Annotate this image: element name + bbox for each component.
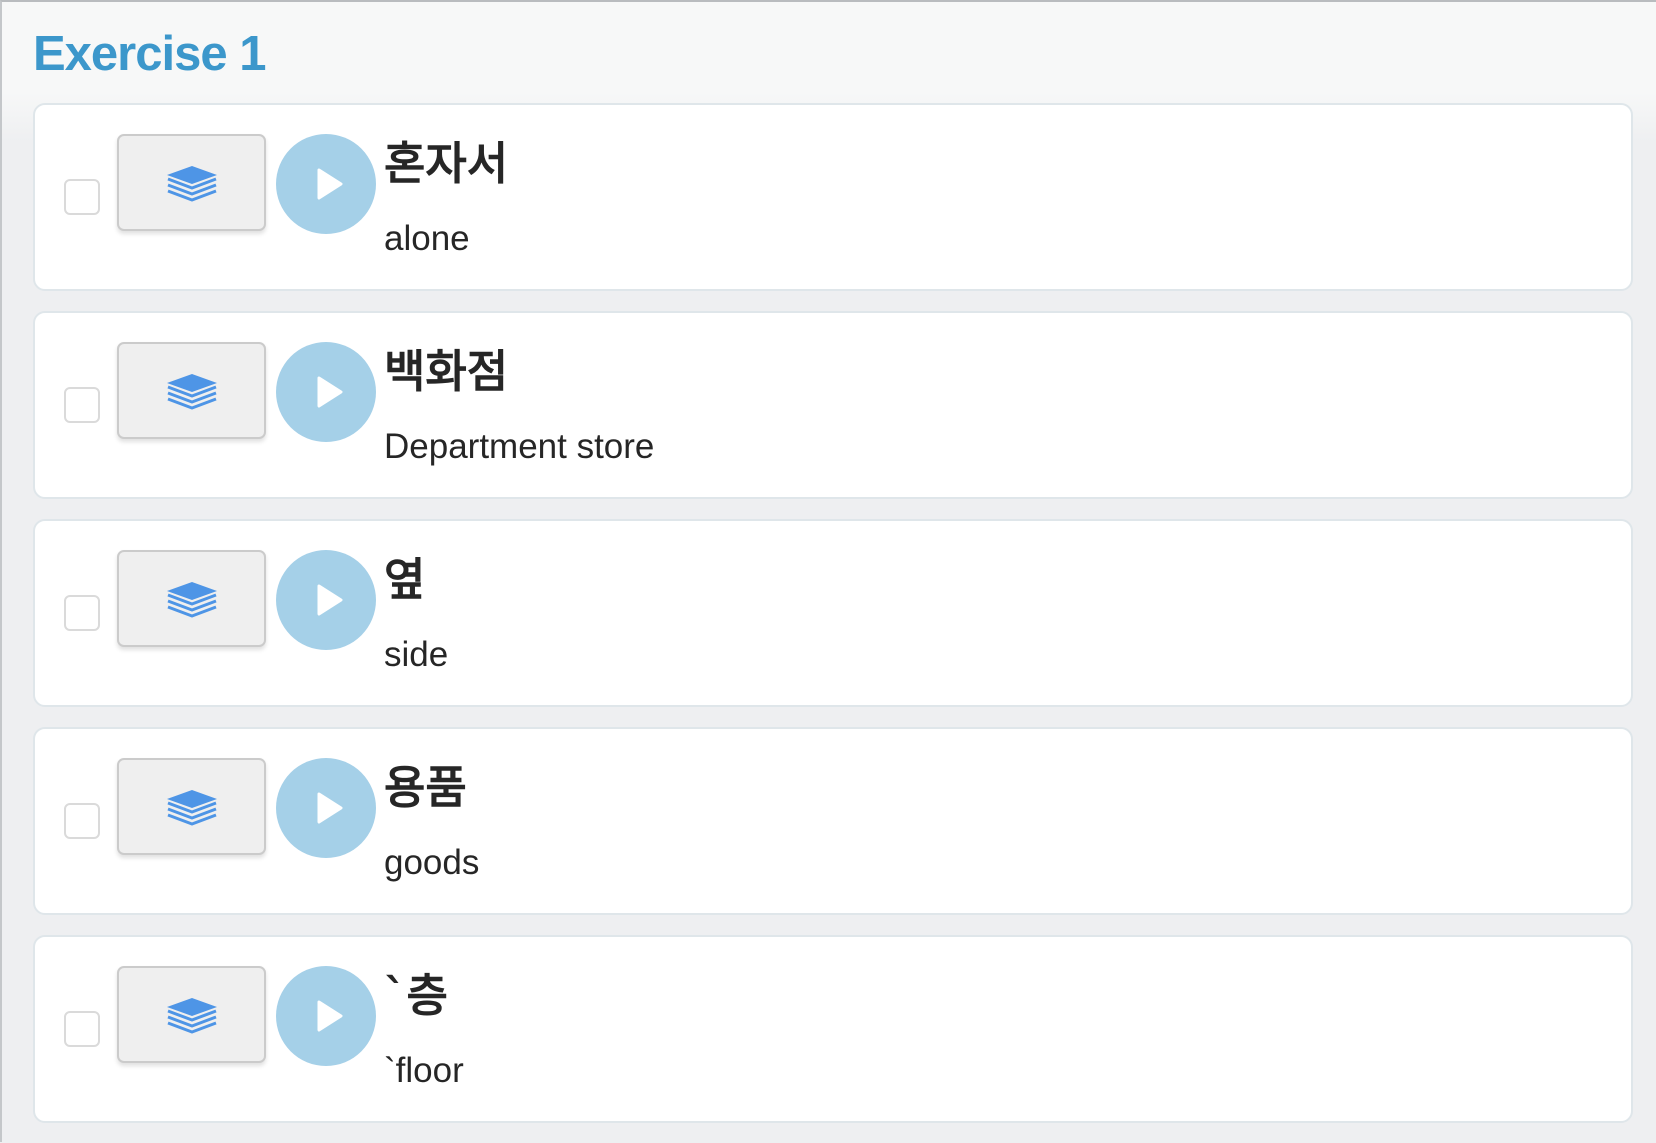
play-audio-button[interactable] (276, 758, 376, 858)
korean-word: 혼자서 (384, 137, 509, 190)
vocab-card: 백화점 Department store (33, 311, 1633, 499)
select-checkbox[interactable] (64, 1011, 100, 1047)
select-checkbox[interactable] (64, 387, 100, 423)
flashcard-button[interactable] (117, 550, 266, 647)
play-icon (317, 792, 343, 824)
english-meaning: side (384, 635, 449, 674)
select-checkbox[interactable] (64, 803, 100, 839)
play-audio-button[interactable] (276, 966, 376, 1066)
exercise-title: Exercise 1 (33, 27, 266, 81)
play-audio-button[interactable] (276, 342, 376, 442)
korean-word: 옆 (384, 553, 426, 606)
stack-layers-icon (166, 581, 217, 617)
play-icon (317, 584, 343, 616)
stack-layers-icon (166, 789, 217, 825)
korean-word: `층 (384, 969, 448, 1022)
english-meaning: `floor (384, 1051, 464, 1090)
korean-word: 용품 (384, 761, 467, 814)
play-audio-button[interactable] (276, 134, 376, 234)
english-meaning: Department store (384, 427, 655, 466)
play-icon (317, 376, 343, 408)
vocab-card: 옆 side (33, 519, 1633, 707)
stack-layers-icon (166, 997, 217, 1033)
english-meaning: goods (384, 843, 480, 882)
play-icon (317, 1000, 343, 1032)
select-checkbox[interactable] (64, 179, 100, 215)
flashcard-button[interactable] (117, 342, 266, 439)
vocab-list: 혼자서 alone 백화점 Department store 옆 side 용품… (33, 103, 1633, 1143)
vocab-card: 용품 goods (33, 727, 1633, 915)
play-audio-button[interactable] (276, 550, 376, 650)
english-meaning: alone (384, 219, 470, 258)
exercise-page: Exercise 1 혼자서 alone 백화점 Department stor… (0, 0, 1656, 1142)
stack-layers-icon (166, 165, 217, 201)
play-icon (317, 168, 343, 200)
flashcard-button[interactable] (117, 758, 266, 855)
flashcard-button[interactable] (117, 966, 266, 1063)
select-checkbox[interactable] (64, 595, 100, 631)
korean-word: 백화점 (384, 345, 509, 398)
vocab-card: `층 `floor (33, 935, 1633, 1123)
vocab-card: 혼자서 alone (33, 103, 1633, 291)
flashcard-button[interactable] (117, 134, 266, 231)
stack-layers-icon (166, 373, 217, 409)
